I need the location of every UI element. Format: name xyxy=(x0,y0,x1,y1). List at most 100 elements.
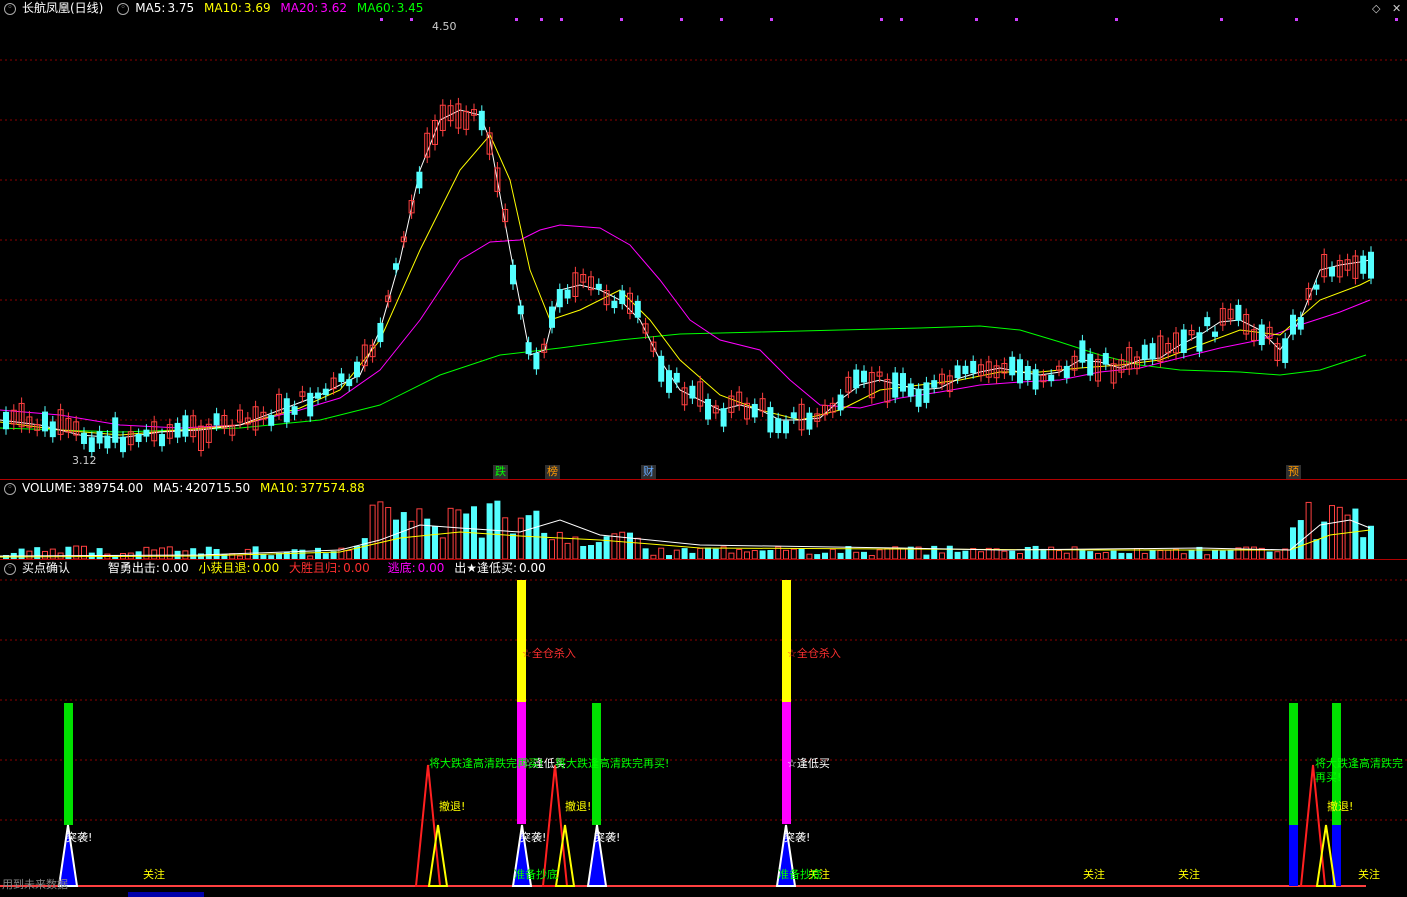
volume-bar xyxy=(432,526,438,559)
volume-bar xyxy=(478,537,485,559)
candle-body xyxy=(861,370,867,383)
candle-body xyxy=(510,264,516,285)
candle-body xyxy=(1141,344,1148,360)
volume-bar xyxy=(1227,549,1234,559)
volume-bar xyxy=(1274,551,1281,559)
signal-text-chetui-2: 撤退! xyxy=(565,800,592,813)
collapse-icon[interactable]: ◦ xyxy=(4,2,16,15)
volume-bar xyxy=(276,552,282,559)
stock-title: 长航凤凰(日线) xyxy=(22,1,104,15)
volume-bar xyxy=(1040,548,1047,559)
candle-body xyxy=(354,361,360,378)
candle-body xyxy=(96,431,103,444)
volume-bar xyxy=(1212,550,1218,559)
volume-bar xyxy=(946,545,953,559)
volume-bar xyxy=(1063,552,1070,559)
event-tag-die[interactable]: 跌 xyxy=(493,465,508,479)
candle-body xyxy=(564,289,571,299)
indicator-settings-icon[interactable]: ◦ xyxy=(4,562,16,575)
volume-bar xyxy=(455,509,462,559)
volume-bar xyxy=(1110,550,1117,559)
indicator-panel[interactable]: ◦ 买点确认 智勇出击: 0.00 小获且退: 0.00 大胜且归: 0.00 逃底: 0… xyxy=(0,560,1407,897)
volume-bar xyxy=(1313,539,1320,559)
candle-body xyxy=(291,406,298,415)
volume-settings-icon[interactable]: ◦ xyxy=(4,482,16,495)
volume-bar xyxy=(447,507,454,559)
ma10-value: 3.69 xyxy=(243,1,271,15)
volume-bar xyxy=(159,547,165,559)
volume-bar xyxy=(627,532,633,559)
price-panel[interactable]: ◦ 长航凤凰(日线) ◦ MA5: 3.75 MA10: 3.69 MA20: 3.62 … xyxy=(0,0,1407,480)
signal-text-zhunbei-1: 准备抄底 xyxy=(514,868,558,881)
volume-bar xyxy=(814,554,821,559)
candle-body xyxy=(1017,359,1023,384)
volume-bar xyxy=(330,551,337,559)
volume-bar xyxy=(681,548,688,559)
candle-body xyxy=(970,360,977,374)
vol-ma10-label: MA10: xyxy=(260,481,298,495)
candlestick-chart[interactable] xyxy=(0,0,1407,480)
volume-bar xyxy=(307,555,314,559)
volume-bar xyxy=(81,545,87,559)
volume-bar xyxy=(1368,525,1374,559)
candle-body xyxy=(751,403,758,418)
volume-bar xyxy=(517,517,524,559)
td-label: 逃底: xyxy=(387,561,416,575)
candle-body xyxy=(49,421,56,438)
candle-body xyxy=(611,300,618,309)
close-icon[interactable]: ✕ xyxy=(1392,2,1401,15)
marker-dot xyxy=(540,18,543,21)
candle-body xyxy=(112,417,119,443)
signal-bar-green xyxy=(1289,703,1298,825)
volume-bar xyxy=(463,513,470,559)
volume-panel[interactable]: ◦ VOLUME: 389754.00 MA5: 420715.50 MA10: 377… xyxy=(0,480,1407,560)
candle-body xyxy=(1009,356,1016,376)
volume-bar xyxy=(1344,514,1351,559)
volume-value: 389754.00 xyxy=(78,481,144,495)
candle-body xyxy=(556,289,563,308)
volume-bar xyxy=(595,542,602,559)
volume-bar xyxy=(1352,508,1359,559)
volume-bar xyxy=(556,531,563,559)
volume-bar xyxy=(260,554,267,559)
price-header: ◦ 长航凤凰(日线) ◦ MA5: 3.75 MA10: 3.69 MA20: 3.62 … xyxy=(0,0,429,17)
vol-ma5-value: 420715.50 xyxy=(185,481,251,495)
volume-bar xyxy=(1290,527,1296,559)
volume-bar xyxy=(736,548,743,559)
volume-bar xyxy=(1360,537,1367,559)
signal-text-guanzhu-1: 关注 xyxy=(143,868,165,881)
volume-bar xyxy=(666,555,672,559)
signal-triangle-yellow xyxy=(427,824,449,887)
candle-body xyxy=(1149,343,1156,360)
signal-text-guanzhu-5: 关注 xyxy=(1358,868,1380,881)
candle-body xyxy=(673,372,680,383)
settings-icon[interactable]: ◦ xyxy=(117,2,130,15)
volume-bar xyxy=(939,552,945,559)
volume-bar xyxy=(1329,505,1335,559)
volume-bar xyxy=(1001,550,1008,559)
candle-body xyxy=(1329,266,1335,277)
candle-body xyxy=(525,342,532,355)
event-tag-bang[interactable]: 榜 xyxy=(545,465,560,479)
volume-header: ◦ VOLUME: 389754.00 MA5: 420715.50 MA10: 377… xyxy=(0,480,371,497)
ma60-value: 3.45 xyxy=(396,1,424,15)
marker-dot xyxy=(380,18,383,21)
event-tag-yu[interactable]: 预 xyxy=(1286,465,1301,479)
candle-body xyxy=(1258,324,1265,346)
volume-bar xyxy=(1165,549,1172,559)
buy-signal-chart[interactable] xyxy=(0,560,1407,897)
candle-body xyxy=(1313,284,1320,290)
volume-bar xyxy=(720,546,727,559)
volume-bar xyxy=(151,549,158,559)
volume-bar xyxy=(533,510,540,559)
candle-body xyxy=(1079,340,1086,363)
event-tag-cai[interactable]: 财 xyxy=(641,465,656,479)
candle-body xyxy=(1087,353,1094,376)
signal-text-quancang-1: ☆全仓杀入 xyxy=(522,647,576,660)
diamond-icon[interactable]: ◇ xyxy=(1372,2,1380,15)
volume-bar xyxy=(143,546,150,559)
candle-body xyxy=(931,380,938,388)
candle-body xyxy=(954,365,961,379)
volume-bar xyxy=(369,504,376,559)
candle-body xyxy=(666,370,672,393)
